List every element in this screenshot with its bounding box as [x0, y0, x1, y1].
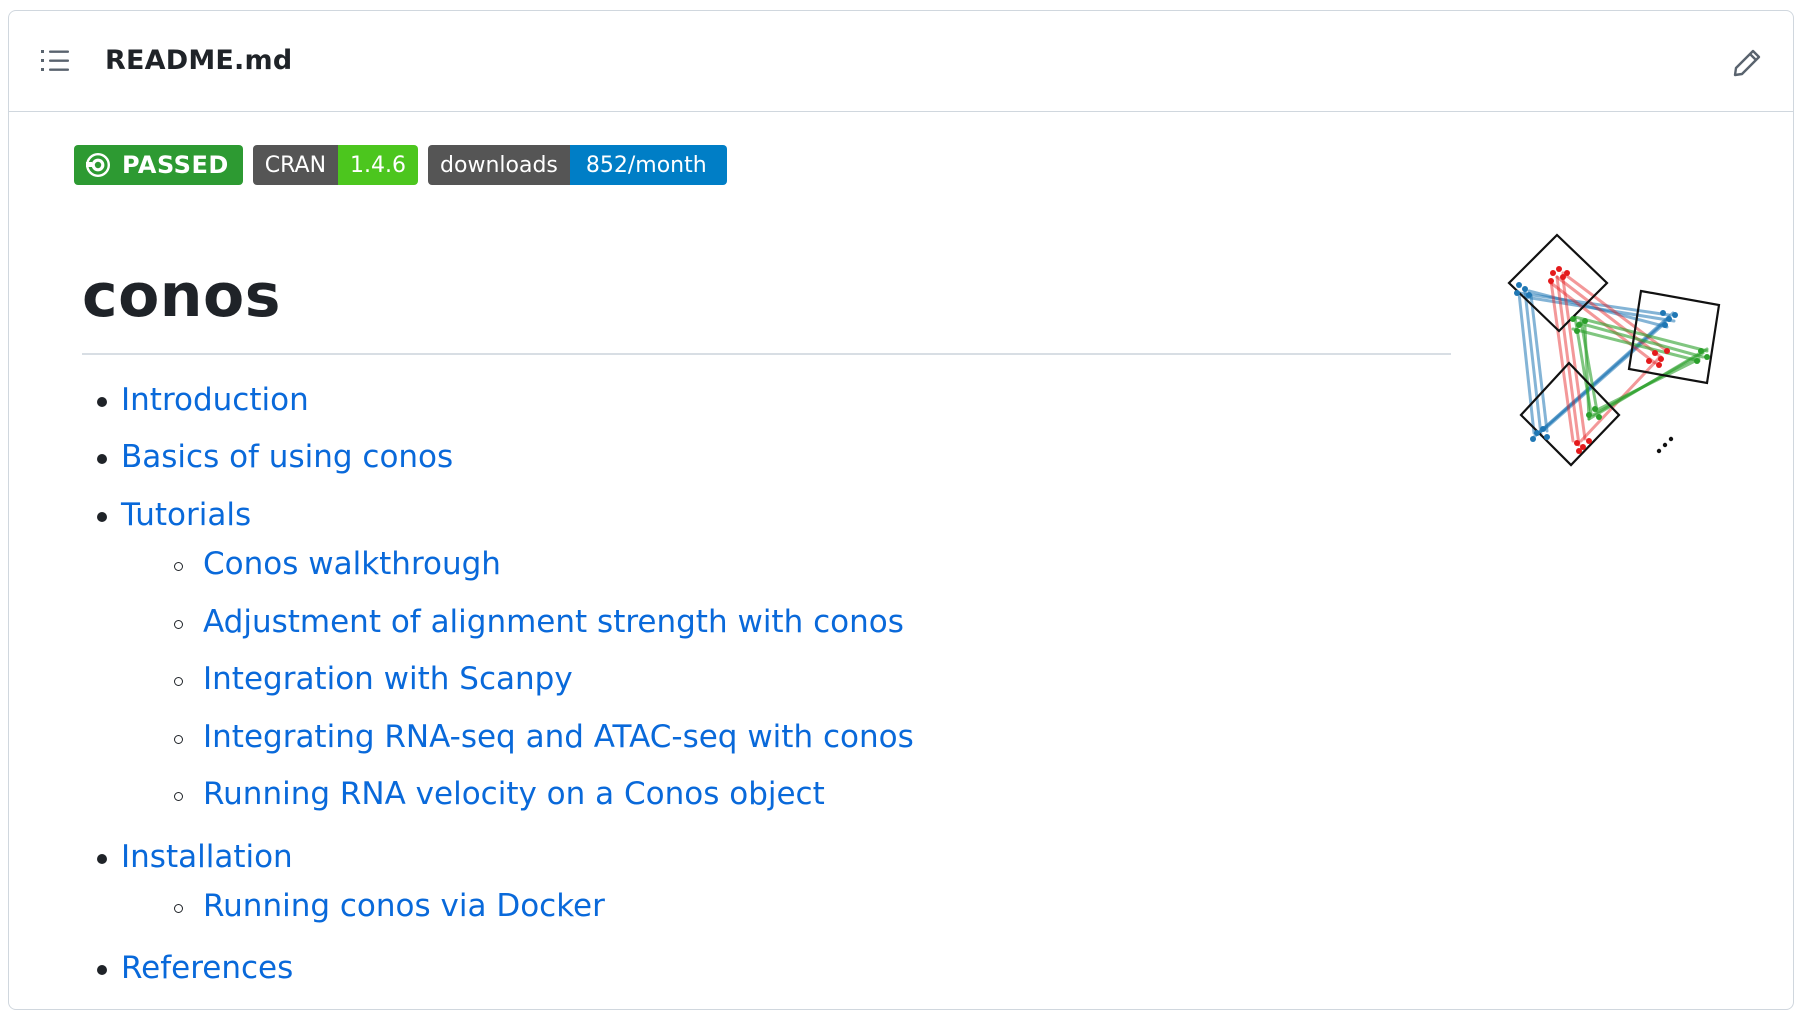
cran-badge-label: CRAN	[252, 145, 339, 185]
toc-link-rna-atac[interactable]: Integrating RNA-seq and ATAC-seq with co…	[203, 719, 914, 755]
list-bullet	[97, 512, 107, 522]
build-status-badge[interactable]: PASSED	[74, 145, 243, 185]
list-bullet	[174, 904, 183, 913]
list-bullet	[97, 454, 107, 464]
list-bullet	[174, 562, 183, 571]
list-bullet	[97, 397, 107, 407]
cran-badge-value: 1.4.6	[338, 145, 419, 185]
list-bullet	[174, 677, 183, 686]
toc-link-basics[interactable]: Basics of using conos	[121, 439, 453, 475]
toc-link-introduction[interactable]: Introduction	[121, 382, 309, 418]
toc-link-installation[interactable]: Installation	[121, 839, 293, 875]
file-title: README.md	[105, 45, 293, 76]
downloads-badge-label: downloads	[428, 145, 570, 185]
toc-link-tutorials[interactable]: Tutorials	[121, 497, 251, 533]
list-bullet	[97, 854, 107, 864]
readme-title: conos	[82, 261, 281, 331]
title-divider	[82, 353, 1451, 355]
readme-panel: README.md PASSED CRAN 1.4.6 downloads 85…	[8, 10, 1794, 1010]
outline-toggle-button[interactable]	[41, 47, 71, 75]
toc-link-alignment-strength[interactable]: Adjustment of alignment strength with co…	[203, 604, 904, 640]
list-bullet	[174, 620, 183, 629]
build-status-label: PASSED	[122, 151, 229, 179]
toc-link-rna-velocity[interactable]: Running RNA velocity on a Conos object	[203, 776, 825, 812]
toc-link-docker[interactable]: Running conos via Docker	[203, 888, 605, 924]
toc-link-references[interactable]: References	[121, 950, 293, 986]
downloads-badge[interactable]: downloads 852/month	[428, 145, 727, 185]
readme-header: README.md	[9, 11, 1793, 112]
edit-file-button[interactable]	[1731, 47, 1763, 79]
pencil-icon	[1733, 49, 1761, 77]
downloads-badge-value: 852/month	[569, 145, 727, 185]
list-bullet	[174, 735, 183, 744]
list-unordered-icon	[41, 50, 69, 71]
toc-link-scanpy[interactable]: Integration with Scanpy	[203, 661, 573, 697]
list-bullet	[174, 792, 183, 801]
list-bullet	[97, 965, 107, 975]
circleci-icon	[86, 153, 110, 177]
cran-version-badge[interactable]: CRAN 1.4.6	[252, 145, 419, 185]
badge-row: PASSED CRAN 1.4.6 downloads 852/month	[74, 145, 727, 185]
conos-logo	[1507, 233, 1721, 467]
toc-link-walkthrough[interactable]: Conos walkthrough	[203, 546, 501, 582]
